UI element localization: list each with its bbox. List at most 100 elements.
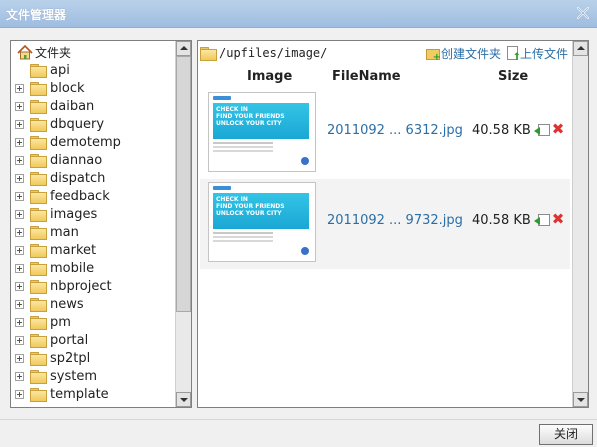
home-icon xyxy=(17,44,33,59)
file-thumbnail[interactable]: CHECK IN FIND YOUR FRIENDS UNLOCK YOUR CIT… xyxy=(208,182,316,262)
scroll-down-button[interactable] xyxy=(176,392,191,407)
tree-item-label: market xyxy=(50,242,97,258)
new-folder-button[interactable]: 创建文件夹 xyxy=(425,45,501,63)
folder-icon xyxy=(30,279,47,294)
tree-item-nbproject[interactable]: nbproject xyxy=(15,277,175,295)
folder-icon xyxy=(30,369,47,384)
close-icon[interactable] xyxy=(575,5,591,21)
tree-item-label: api xyxy=(50,62,70,78)
file-scrollbar[interactable] xyxy=(572,41,588,407)
scroll-thumb[interactable] xyxy=(176,56,191,312)
expand-icon[interactable] xyxy=(15,83,24,93)
folder-icon xyxy=(30,153,47,168)
tree-item-market[interactable]: market xyxy=(15,241,175,259)
tree-scrollbar[interactable] xyxy=(175,41,191,407)
rename-icon[interactable] xyxy=(534,122,551,136)
expand-icon[interactable] xyxy=(15,191,24,201)
tree-item-system[interactable]: system xyxy=(15,367,175,385)
expand-icon[interactable] xyxy=(15,353,24,363)
new-folder-label: 创建文件夹 xyxy=(440,46,501,61)
thumbnail-text: CHECK IN xyxy=(216,196,248,203)
expand-icon[interactable] xyxy=(15,317,24,327)
delete-icon[interactable]: ✖ xyxy=(551,212,565,227)
tree-item-diannao[interactable]: diannao xyxy=(15,151,175,169)
tree-item-api[interactable]: api xyxy=(15,61,175,79)
tree-item-pm[interactable]: pm xyxy=(15,313,175,331)
tree-item-images[interactable]: images xyxy=(15,205,175,223)
file-name-link[interactable]: 2011092 ... 9732.jpg xyxy=(327,213,463,228)
tree-item-demotemp[interactable]: demotemp xyxy=(15,133,175,151)
tree-item-label: system xyxy=(50,368,97,384)
table-header: Image FileName Size xyxy=(200,65,570,89)
expand-icon[interactable] xyxy=(15,137,24,147)
folder-icon xyxy=(30,243,47,258)
folder-icon xyxy=(30,351,47,366)
folder-icon xyxy=(30,207,47,222)
expand-icon[interactable] xyxy=(15,299,24,309)
tree-item-label: nbproject xyxy=(50,278,112,294)
tree-root[interactable]: 文件夹 xyxy=(17,43,71,61)
tree-item-block[interactable]: block xyxy=(15,79,175,97)
scroll-down-button[interactable] xyxy=(573,392,588,407)
folder-icon xyxy=(30,225,47,240)
thumbnail-banner: CHECK IN FIND YOUR FRIENDS UNLOCK YOUR CIT… xyxy=(213,103,309,139)
expand-icon[interactable] xyxy=(15,227,24,237)
tree-item-label: demotemp xyxy=(50,134,121,150)
tree-item-dbquery[interactable]: dbquery xyxy=(15,115,175,133)
thumbnail-logo xyxy=(213,96,231,100)
expand-icon[interactable] xyxy=(15,371,24,381)
expand-icon[interactable] xyxy=(15,119,24,129)
column-filename: FileName xyxy=(332,69,401,84)
delete-icon[interactable]: ✖ xyxy=(551,122,565,137)
folder-icon xyxy=(30,171,47,186)
folder-icon xyxy=(30,261,47,276)
expand-icon[interactable] xyxy=(15,101,24,111)
thumbnail-banner: CHECK IN FIND YOUR FRIENDS UNLOCK YOUR CIT… xyxy=(213,193,309,229)
tree-item-portal[interactable]: portal xyxy=(15,331,175,349)
folder-icon xyxy=(30,297,47,312)
file-row[interactable]: CHECK IN FIND YOUR FRIENDS UNLOCK YOUR CIT… xyxy=(200,179,570,269)
tree-item-label: feedback xyxy=(50,188,110,204)
expand-icon[interactable] xyxy=(15,335,24,345)
dialog-body: 文件夹 api block daiban dbquery demotemp diannao… xyxy=(0,28,597,419)
tree-item-template[interactable]: template xyxy=(15,385,175,403)
tree-item-news[interactable]: news xyxy=(15,295,175,313)
tree-item-mobile[interactable]: mobile xyxy=(15,259,175,277)
tree-root-label: 文件夹 xyxy=(35,45,72,60)
close-button[interactable]: 关闭 xyxy=(539,424,593,445)
expand-icon[interactable] xyxy=(15,173,24,183)
thumbnail-button xyxy=(301,247,309,255)
file-row[interactable]: CHECK IN FIND YOUR FRIENDS UNLOCK YOUR CIT… xyxy=(200,89,570,179)
current-path: /upfiles/image/ xyxy=(219,46,328,60)
row-actions: ✖ xyxy=(534,212,565,227)
thumbnail-text: FIND YOUR FRIENDS xyxy=(216,203,285,210)
tree-item-daiban[interactable]: daiban xyxy=(15,97,175,115)
file-thumbnail[interactable]: CHECK IN FIND YOUR FRIENDS UNLOCK YOUR CIT… xyxy=(208,92,316,172)
thumbnail-text: FIND YOUR FRIENDS xyxy=(216,113,285,120)
scroll-up-button[interactable] xyxy=(176,41,191,56)
expand-icon[interactable] xyxy=(15,245,24,255)
thumbnail-text: CHECK IN xyxy=(216,106,248,113)
tree-item-dispatch[interactable]: dispatch xyxy=(15,169,175,187)
expand-icon[interactable] xyxy=(15,209,24,219)
scroll-up-button[interactable] xyxy=(573,41,588,56)
tree-item-feedback[interactable]: feedback xyxy=(15,187,175,205)
tree-item-man[interactable]: man xyxy=(15,223,175,241)
expand-icon[interactable] xyxy=(15,155,24,165)
thumbnail-text: UNLOCK YOUR CITY xyxy=(216,120,282,127)
window-title: 文件管理器 xyxy=(6,8,67,22)
file-name-link[interactable]: 2011092 ... 6312.jpg xyxy=(327,123,463,138)
expand-icon[interactable] xyxy=(15,263,24,273)
upload-button[interactable]: 上传文件 xyxy=(505,45,568,63)
folder-tree-content: 文件夹 api block daiban dbquery demotemp diannao… xyxy=(11,41,175,407)
rename-icon[interactable] xyxy=(534,212,551,226)
folder-tree: 文件夹 api block daiban dbquery demotemp diannao… xyxy=(10,40,192,408)
folder-icon xyxy=(30,189,47,204)
expand-icon[interactable] xyxy=(15,281,24,291)
thumbnail-text: UNLOCK YOUR CITY xyxy=(216,210,282,217)
expand-icon[interactable] xyxy=(15,389,24,399)
tree-item-sp2tpl[interactable]: sp2tpl xyxy=(15,349,175,367)
tree-item-label: diannao xyxy=(50,152,103,168)
thumbnail-text-lines xyxy=(213,142,273,144)
